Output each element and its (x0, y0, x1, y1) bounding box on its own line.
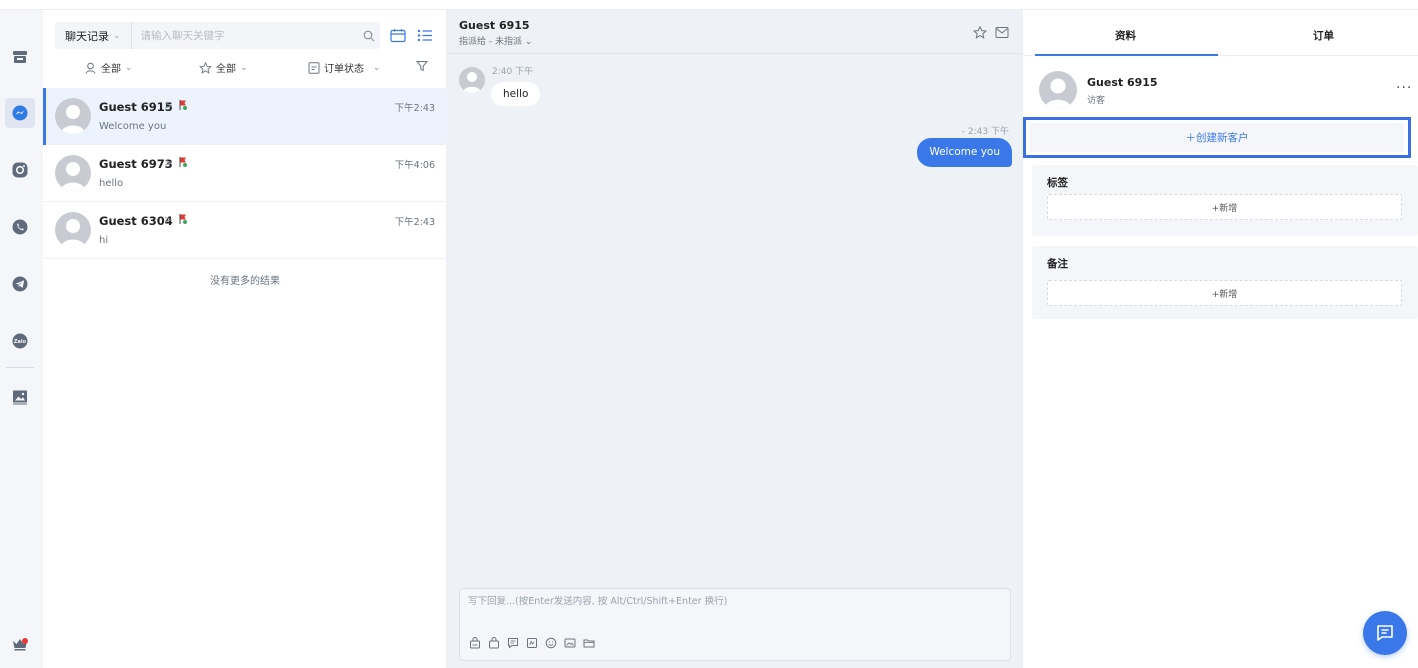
reply-composer (459, 588, 1011, 661)
profile-role: 访客 (1087, 96, 1106, 106)
tags-title: 标签 (1047, 177, 1068, 189)
conversation-time: 下午4:06 (394, 160, 435, 171)
star-filter[interactable]: 全部 ⌄ (199, 60, 248, 75)
shopping-bag-icon[interactable] (488, 637, 500, 649)
reply-input[interactable] (468, 596, 998, 607)
crown-icon[interactable] (5, 629, 35, 659)
create-customer-highlight: ＋创建新客户 (1023, 117, 1411, 158)
no-more-results: 没有更多的结果 (210, 276, 280, 287)
tab-profile[interactable]: 资料 (1115, 28, 1136, 43)
folder-icon[interactable] (583, 637, 595, 649)
active-tab-indicator (1035, 54, 1218, 56)
conversation-list-panel: 聊天记录 ⌄ 全部 ⌄ 全部 ⌄ (43, 10, 447, 668)
whatsapp-icon[interactable] (5, 212, 35, 242)
conversation-item[interactable]: Guest 6304 > 下午2:43 hi (43, 202, 447, 259)
channel-badge-icon (177, 213, 189, 225)
calendar-icon[interactable] (390, 28, 406, 43)
emoji-icon[interactable] (545, 637, 557, 649)
avatar (459, 67, 485, 93)
profile-name: Guest 6915 (1087, 76, 1158, 89)
chevron-down-icon: ⌄ (125, 62, 133, 73)
filter-funnel-icon[interactable] (416, 60, 428, 72)
quick-reply-icon[interactable] (507, 637, 519, 649)
mail-icon[interactable] (995, 26, 1009, 39)
conversation-item[interactable]: Guest 6915 > 下午2:43 Welcome you (43, 88, 447, 145)
rail-divider (6, 367, 34, 368)
instagram-icon[interactable] (5, 155, 35, 185)
filter-row: 全部 ⌄ 全部 ⌄ 订单状态 ⌄ (43, 60, 447, 78)
top-bar (0, 0, 1418, 10)
order-status-filter-label: 订单状态 (324, 64, 364, 75)
tab-orders[interactable]: 订单 (1313, 28, 1334, 43)
search-bar: 聊天记录 ⌄ (55, 22, 380, 49)
channel-rail: Zalo (0, 10, 43, 668)
conversation-item[interactable]: Guest 6973 > 下午4:06 hello (43, 145, 447, 202)
avatar (55, 212, 91, 248)
star-icon (199, 61, 212, 74)
message-time: - 2:43 下午 (961, 127, 1009, 137)
chat-title: Guest 6915 (459, 19, 530, 32)
chat-widget-button[interactable] (1363, 611, 1407, 655)
create-customer-button[interactable]: ＋创建新客户 (1030, 123, 1404, 152)
channel-badge-icon (177, 156, 189, 168)
message-bubble-outgoing: Welcome you (917, 138, 1012, 167)
chat-icon (1377, 625, 1393, 641)
search-icon[interactable] (358, 30, 380, 42)
more-options-icon[interactable]: ··· (1396, 80, 1412, 96)
add-note-button[interactable]: +新增 (1047, 280, 1402, 306)
svg-text:Zalo: Zalo (14, 339, 27, 345)
image-icon[interactable] (564, 637, 576, 649)
notes-title: 备注 (1047, 258, 1068, 270)
notification-dot (22, 638, 28, 644)
profile-panel: 资料 订单 Guest 6915 访客 ··· ＋创建新客户 标签 +新增 备注… (1023, 10, 1418, 668)
search-scope-dropdown[interactable]: 聊天记录 ⌄ (55, 22, 132, 49)
composer-toolbar (469, 637, 595, 649)
message-time: 2:40 下午 (492, 67, 534, 77)
chevron-right-icon: > (164, 99, 174, 112)
message-bubble-incoming: hello (491, 82, 541, 106)
profile-tabs: 资料 订单 (1023, 10, 1418, 56)
conversation-preview: Welcome you (99, 121, 167, 132)
chevron-down-icon: ⌄ (113, 30, 121, 41)
conversation-preview: hi (99, 235, 109, 246)
chevron-down-icon: ⌄ (240, 62, 248, 73)
gallery-icon[interactable] (5, 382, 35, 412)
search-scope-label: 聊天记录 (65, 29, 109, 43)
star-filter-label: 全部 (216, 64, 236, 75)
conversation-name: Guest 6973 (99, 157, 173, 171)
star-icon[interactable] (973, 26, 987, 39)
add-tag-button[interactable]: +新增 (1047, 194, 1402, 220)
list-view-icon[interactable] (417, 28, 433, 43)
assignee-filter-label: 全部 (101, 64, 121, 75)
template-icon[interactable] (526, 637, 538, 649)
chat-header: Guest 6915 指派给 - 未指派 ⌄ (447, 10, 1023, 54)
avatar (1039, 71, 1077, 109)
assign-dropdown[interactable]: 指派给 - 未指派 ⌄ (459, 34, 532, 47)
search-input[interactable] (131, 22, 358, 49)
product-bag-icon[interactable] (469, 637, 481, 649)
messenger-icon[interactable] (5, 98, 35, 128)
conversation-preview: hello (99, 178, 124, 189)
tags-card: 标签 +新增 (1032, 165, 1418, 236)
conversation-name: Guest 6304 (99, 214, 173, 228)
conversation-name: Guest 6915 (99, 100, 173, 114)
user-icon (85, 62, 97, 74)
chat-area: Guest 6915 指派给 - 未指派 ⌄ 2:40 下午 hello - 2… (447, 10, 1023, 668)
conversation-time: 下午2:43 (394, 217, 435, 228)
telegram-icon[interactable] (5, 269, 35, 299)
assignee-filter[interactable]: 全部 ⌄ (85, 60, 133, 75)
order-icon (308, 61, 320, 74)
avatar (55, 155, 91, 191)
conversation-time: 下午2:43 (394, 103, 435, 114)
chevron-down-icon: ⌄ (373, 62, 381, 73)
order-status-filter[interactable]: 订单状态 ⌄ (308, 60, 381, 75)
zalo-icon[interactable]: Zalo (5, 326, 35, 356)
channel-badge-icon (177, 99, 189, 111)
store-icon[interactable] (5, 42, 35, 72)
avatar (55, 98, 91, 134)
chevron-right-icon: > (164, 213, 174, 226)
notes-card: 备注 +新增 (1032, 246, 1418, 319)
chevron-right-icon: > (164, 156, 174, 169)
